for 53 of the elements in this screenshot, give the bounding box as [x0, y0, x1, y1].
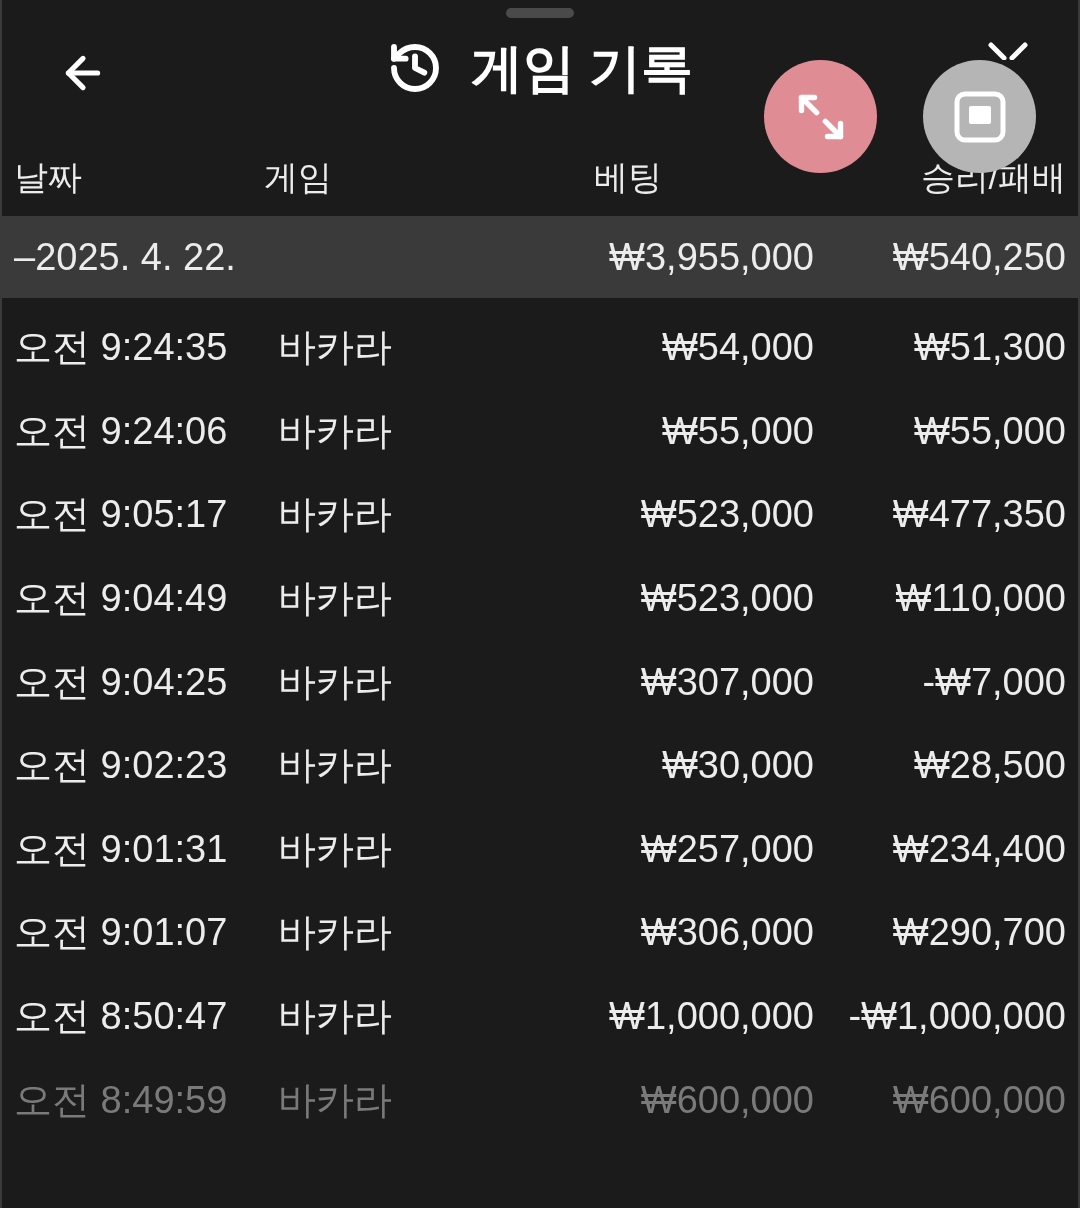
table-cell: ₩477,350 [892, 493, 1066, 536]
table-cell: ₩3,955,000 [609, 235, 814, 278]
table-cell: ₩290,700 [892, 911, 1066, 954]
table-cell: ₩307,000 [640, 660, 814, 703]
table-cell: ₩600,000 [640, 1078, 814, 1121]
close-button[interactable] [988, 42, 1028, 60]
close-icon [988, 42, 1028, 60]
table-cell: 바카라 [278, 911, 392, 954]
table-cell: ₩234,400 [892, 827, 1066, 870]
table-cell: 오전 8:49:59 [14, 1078, 228, 1121]
stop-icon [953, 90, 1006, 143]
table-cell: 바카라 [278, 493, 392, 536]
column-header: 게임 [264, 157, 332, 196]
group-date: 2025. 4. 22. [35, 234, 236, 280]
table-cell: 오전 9:24:06 [14, 409, 228, 452]
table-cell: -₩1,000,000 [848, 995, 1066, 1038]
table-cell: ₩55,000 [661, 409, 814, 452]
table-cell: ₩257,000 [640, 827, 814, 870]
table-cell: 오전 9:05:17 [14, 493, 228, 536]
table-cell: 오전 8:50:47 [14, 995, 228, 1038]
date-group-row[interactable]: –2025. 4. 22. ₩3,955,000 ₩540,250 [2, 216, 1078, 298]
table-cell: 오전 9:01:07 [14, 911, 228, 954]
table-cell: 바카라 [278, 1078, 392, 1121]
table-cell: ₩540,250 [892, 235, 1066, 278]
table-cell: ₩523,000 [640, 577, 814, 620]
table-cell: ₩55,000 [913, 409, 1066, 452]
table-cell: ₩523,000 [640, 493, 814, 536]
table-cell: 오전 9:04:49 [14, 577, 228, 620]
table-cell: 바카라 [278, 577, 392, 620]
table-cell: ₩51,300 [913, 326, 1066, 369]
table-cell: 바카라 [278, 827, 392, 870]
drag-handle[interactable] [506, 8, 574, 18]
column-header: 날짜 [14, 157, 82, 196]
table-cell: 오전 9:04:25 [14, 660, 228, 703]
column-header: 베팅 [594, 157, 662, 196]
table-cell: -₩7,000 [922, 660, 1066, 703]
table-cell: 바카라 [278, 409, 392, 452]
table-cell: 바카라 [278, 660, 392, 703]
table-cell: 바카라 [278, 995, 392, 1038]
table-cell: 오전 9:24:35 [14, 326, 228, 369]
table-cell: ₩306,000 [640, 911, 814, 954]
table-cell: ₩28,500 [913, 744, 1066, 787]
table-cell: ₩54,000 [661, 326, 814, 369]
collapse-toggle[interactable]: – [14, 228, 36, 286]
table-cell: ₩30,000 [661, 744, 814, 787]
page-title: 게임 기록 [470, 38, 694, 99]
table-cell: 오전 9:01:31 [14, 827, 228, 870]
table-cell: 오전 9:02:23 [14, 744, 228, 787]
table-cell: ₩600,000 [892, 1078, 1066, 1121]
table-cell: 바카라 [278, 744, 392, 787]
table-cell: ₩1,000,000 [609, 995, 814, 1038]
table-cell: ₩110,000 [895, 577, 1066, 620]
table-cell: 바카라 [278, 326, 392, 369]
